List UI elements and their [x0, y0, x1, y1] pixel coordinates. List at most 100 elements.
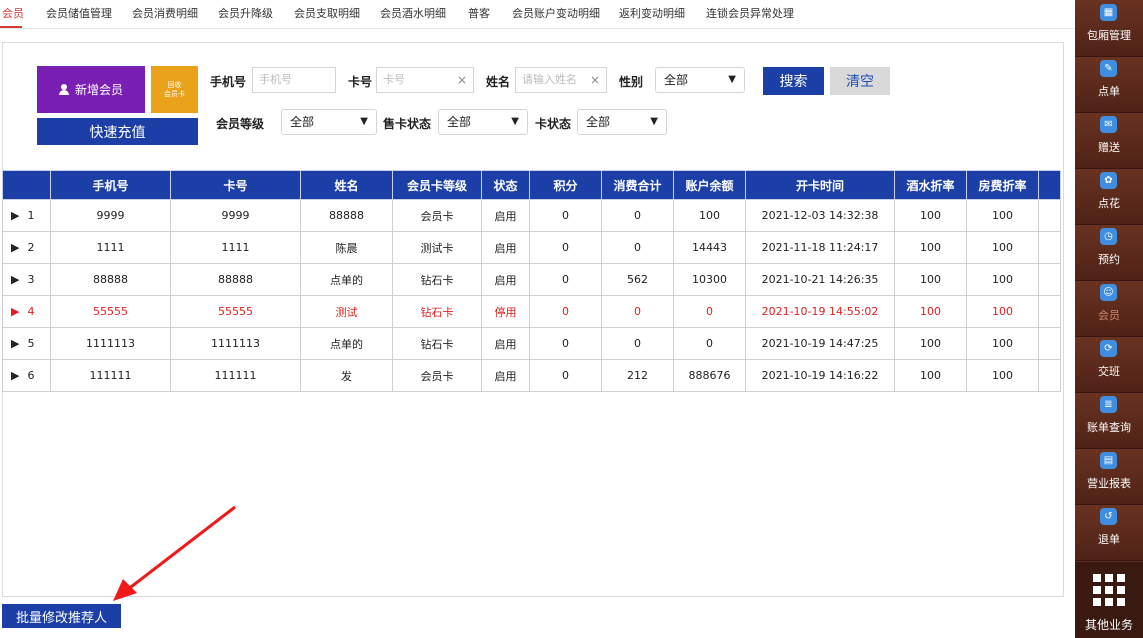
table-row[interactable]: ▶ 2 1111 1111 陈晨 测试卡 启用 0 0 14443 2021-11-18 11:24…	[2, 231, 1061, 264]
top-tab-bar: 会员 会员储值管理 会员消费明细 会员升降级 会员支取明细 会员酒水明细 普客 …	[0, 0, 1075, 29]
expand-arrow-icon[interactable]: ▶	[11, 241, 19, 254]
row-number-cell[interactable]: ▶ 3	[2, 263, 51, 296]
sidebar-item-member[interactable]: ☺ 会员	[1075, 280, 1143, 337]
col-header-name[interactable]: 姓名	[300, 170, 393, 200]
table-row[interactable]: ▶ 4 55555 55555 测试 钻石卡 停用 0 0 0 2021-10-19 14:55:0…	[2, 295, 1061, 328]
member-level-select[interactable]: 全部 ▼	[281, 109, 377, 135]
sidebar-item-shift[interactable]: ⟳ 交班	[1075, 336, 1143, 393]
cell-filler	[1038, 231, 1061, 264]
member-table: 手机号 卡号 姓名 会员卡等级 状态 积分 消费合计 账户余额 开卡时间 酒水折…	[2, 170, 1061, 392]
batch-edit-referrer-button[interactable]: 批量修改推荐人	[2, 604, 121, 628]
tab-member[interactable]: 会员	[2, 5, 24, 21]
col-header-status[interactable]: 状态	[481, 170, 530, 200]
card-status-select[interactable]: 全部 ▼	[577, 109, 667, 135]
tab-rebate-changes[interactable]: 返利变动明细	[619, 5, 685, 21]
tab-member-consumption[interactable]: 会员消费明细	[132, 5, 198, 21]
tab-member-withdrawal[interactable]: 会员支取明细	[294, 5, 360, 21]
expand-arrow-icon[interactable]: ▶	[11, 369, 19, 382]
sidebar-item-bill[interactable]: ≣ 账单查询	[1075, 392, 1143, 449]
col-header-room-discount[interactable]: 房费折率	[966, 170, 1039, 200]
col-header-card[interactable]: 卡号	[170, 170, 301, 200]
col-header-balance[interactable]: 账户余额	[673, 170, 746, 200]
col-header-total-consumption[interactable]: 消费合计	[601, 170, 674, 200]
expand-arrow-icon[interactable]: ▶	[11, 305, 19, 318]
chevron-down-icon: ▼	[511, 116, 519, 127]
sidebar-item-reserve[interactable]: ◷ 预约	[1075, 224, 1143, 281]
cell-total-consumption: 212	[601, 359, 674, 392]
tab-chain-exceptions[interactable]: 连锁会员异常处理	[706, 5, 794, 21]
gender-select[interactable]: 全部 ▼	[655, 67, 745, 93]
cell-phone: 88888	[50, 263, 171, 296]
add-member-label: 新增会员	[74, 83, 123, 97]
sidebar-item-label: 会员	[1098, 309, 1120, 322]
row-number-cell[interactable]: ▶ 2	[2, 231, 51, 264]
cell-points: 0	[529, 327, 602, 360]
table-row[interactable]: ▶ 5 1111113 1111113 点单的 钻石卡 启用 0 0 0 2021-10-19 14…	[2, 327, 1061, 360]
quick-recharge-button[interactable]: 快速充值	[37, 118, 198, 145]
cell-drink-discount: 100	[894, 199, 967, 232]
row-number-cell[interactable]: ▶ 1	[2, 199, 51, 232]
cell-card-level: 钻石卡	[392, 263, 482, 296]
col-header-points[interactable]: 积分	[529, 170, 602, 200]
row-number-cell[interactable]: ▶ 6	[2, 359, 51, 392]
phone-input[interactable]: 手机号	[252, 67, 336, 93]
table-row[interactable]: ▶ 1 9999 9999 88888 会员卡 启用 0 0 100 2021-12-03 14:3…	[2, 199, 1061, 232]
cell-card: 55555	[170, 295, 301, 328]
cell-points: 0	[529, 199, 602, 232]
cell-card: 88888	[170, 263, 301, 296]
row-number-cell[interactable]: ▶ 5	[2, 327, 51, 360]
tab-member-upgrade[interactable]: 会员升降级	[218, 5, 273, 21]
expand-arrow-icon[interactable]: ▶	[11, 209, 19, 222]
sidebar-item-refund[interactable]: ↺ 退单	[1075, 504, 1143, 561]
tab-regular-guest[interactable]: 普客	[468, 5, 490, 21]
col-header-drink-discount[interactable]: 酒水折率	[894, 170, 967, 200]
sidebar-item-report[interactable]: ▤ 营业报表	[1075, 448, 1143, 505]
cell-card-level: 钻石卡	[392, 327, 482, 360]
cell-drink-discount: 100	[894, 327, 967, 360]
search-button[interactable]: 搜索	[763, 67, 824, 95]
sidebar-item-room[interactable]: ▦ 包厢管理	[1075, 0, 1143, 57]
cell-room-discount: 100	[966, 231, 1039, 264]
clear-icon[interactable]: ×	[457, 68, 467, 92]
col-header-open-time[interactable]: 开卡时间	[745, 170, 895, 200]
card-input[interactable]: 卡号 ×	[376, 67, 474, 93]
sidebar-item-order[interactable]: ✎ 点单	[1075, 56, 1143, 113]
table-row[interactable]: ▶ 3 88888 88888 点单的 钻石卡 启用 0 562 10300 2021-10-21 …	[2, 263, 1061, 296]
cell-filler	[1038, 263, 1061, 296]
member-level-label: 会员等级	[216, 117, 265, 131]
recycle-card-button[interactable]: 回收 会员卡	[151, 66, 198, 113]
clear-icon[interactable]: ×	[590, 68, 600, 92]
cell-card: 111111	[170, 359, 301, 392]
row-number-cell[interactable]: ▶ 4	[2, 295, 51, 328]
gender-label: 性别	[619, 75, 644, 89]
tab-member-drinks[interactable]: 会员酒水明细	[380, 5, 446, 21]
sale-status-select[interactable]: 全部 ▼	[438, 109, 528, 135]
tab-account-changes[interactable]: 会员账户变动明细	[512, 5, 600, 21]
cell-status: 启用	[481, 359, 530, 392]
tab-member-stored-value[interactable]: 会员储值管理	[46, 5, 112, 21]
table-row[interactable]: ▶ 6 111111 111111 发会员卡 启用 0 212 888676 2021-10-19…	[2, 359, 1061, 392]
reserve-icon: ◷	[1100, 228, 1117, 245]
clear-button[interactable]: 清空	[830, 67, 890, 95]
cell-name: 点单的	[300, 263, 393, 296]
cell-drink-discount: 100	[894, 295, 967, 328]
row-number: 1	[27, 209, 35, 222]
card-label: 卡号	[348, 75, 373, 89]
add-member-button[interactable]: 新增会员	[37, 66, 145, 113]
row-number: 5	[27, 337, 35, 350]
cell-card-level: 测试卡	[392, 231, 482, 264]
cell-points: 0	[529, 359, 602, 392]
sidebar-item-label: 账单查询	[1087, 421, 1131, 434]
col-header-phone[interactable]: 手机号	[50, 170, 171, 200]
col-header-marker	[2, 170, 51, 200]
cell-total-consumption: 562	[601, 263, 674, 296]
cell-card-level: 会员卡	[392, 359, 482, 392]
col-header-card-level[interactable]: 会员卡等级	[392, 170, 482, 200]
other-business-button[interactable]: 其他业务	[1075, 562, 1143, 638]
name-input[interactable]: 请输入姓名 ×	[515, 67, 607, 93]
expand-arrow-icon[interactable]: ▶	[11, 273, 19, 286]
sidebar-item-flower[interactable]: ✿ 点花	[1075, 168, 1143, 225]
sidebar-item-gift[interactable]: ✉ 赠送	[1075, 112, 1143, 169]
cell-open-time: 2021-10-19 14:47:25	[745, 327, 895, 360]
expand-arrow-icon[interactable]: ▶	[11, 337, 19, 350]
